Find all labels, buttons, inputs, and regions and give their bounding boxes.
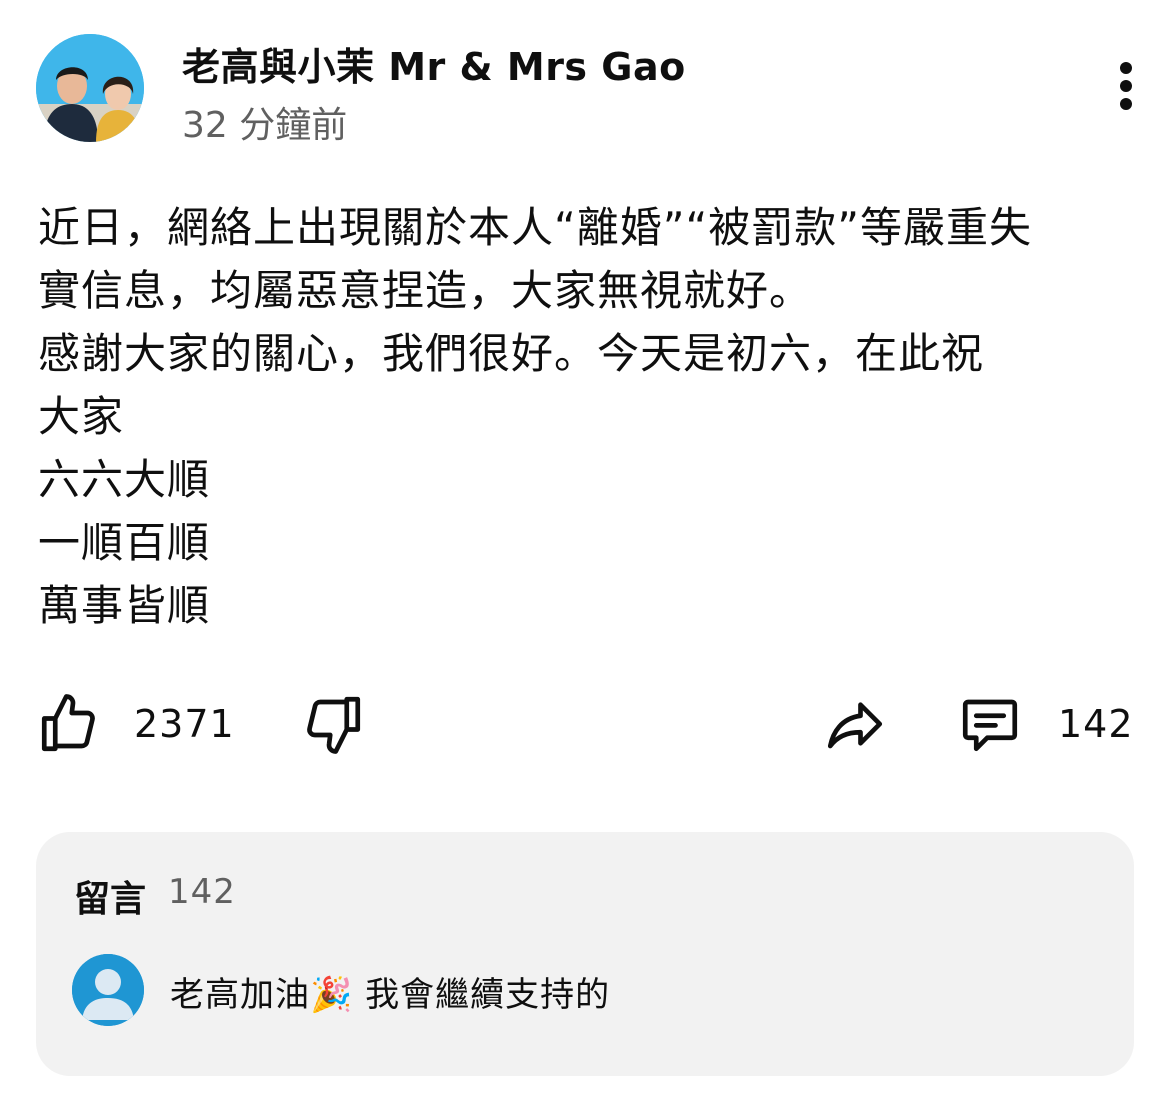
comment-button[interactable]: 142 [954,686,1134,762]
comment-icon [962,699,1018,752]
more-options-dot [1120,98,1132,110]
channel-name[interactable]: 老高與小茉 Mr & Mrs Gao [182,36,686,91]
more-options-dot [1120,80,1132,92]
comments-count: 142 [168,872,236,912]
more-options-button[interactable] [1106,56,1146,116]
post-text-line: 萬事皆順 [38,581,211,630]
action-bar: 2371 142 [36,686,1134,762]
more-options-dot [1120,62,1132,74]
like-button[interactable]: 2371 [36,686,235,762]
default-user-icon [72,954,144,1026]
post-text: 近日，網絡上出現關於本人“離婚”“被罰款”等嚴重失 實信息，均屬惡意捏造，大家無… [38,196,1138,637]
share-button[interactable] [820,686,890,762]
post-text-line: 實信息，均屬惡意捏造，大家無視就好。 [38,266,813,315]
share-icon [827,702,883,749]
commenter-avatar [72,954,144,1026]
post-text-line: 六六大順 [38,455,211,504]
post-text-line: 感謝大家的關心，我們很好。今天是初六，在此祝 [38,329,985,378]
post-timestamp: 32 分鐘前 [182,105,348,146]
comment-preview-text: 老高加油🎉 我會繼續支持的 [170,975,611,1015]
post-text-line: 一順百順 [38,518,211,567]
dislike-button[interactable] [300,686,366,762]
comment-count: 142 [1058,702,1134,746]
thumbs-up-icon [41,694,95,752]
channel-avatar-image [36,34,144,142]
thumbs-down-icon [307,696,361,754]
comments-title: 留言 [74,879,147,920]
post-header: 老高與小茉 Mr & Mrs Gao 32 分鐘前 [36,30,1146,146]
post-text-line: 近日，網絡上出現關於本人“離婚”“被罰款”等嚴重失 [38,203,1033,252]
comments-section[interactable]: 留言 142 老高加油🎉 我會繼續支持的 [36,832,1134,1076]
post-text-line: 大家 [38,392,125,441]
channel-avatar[interactable] [36,34,144,142]
like-count: 2371 [134,702,235,746]
